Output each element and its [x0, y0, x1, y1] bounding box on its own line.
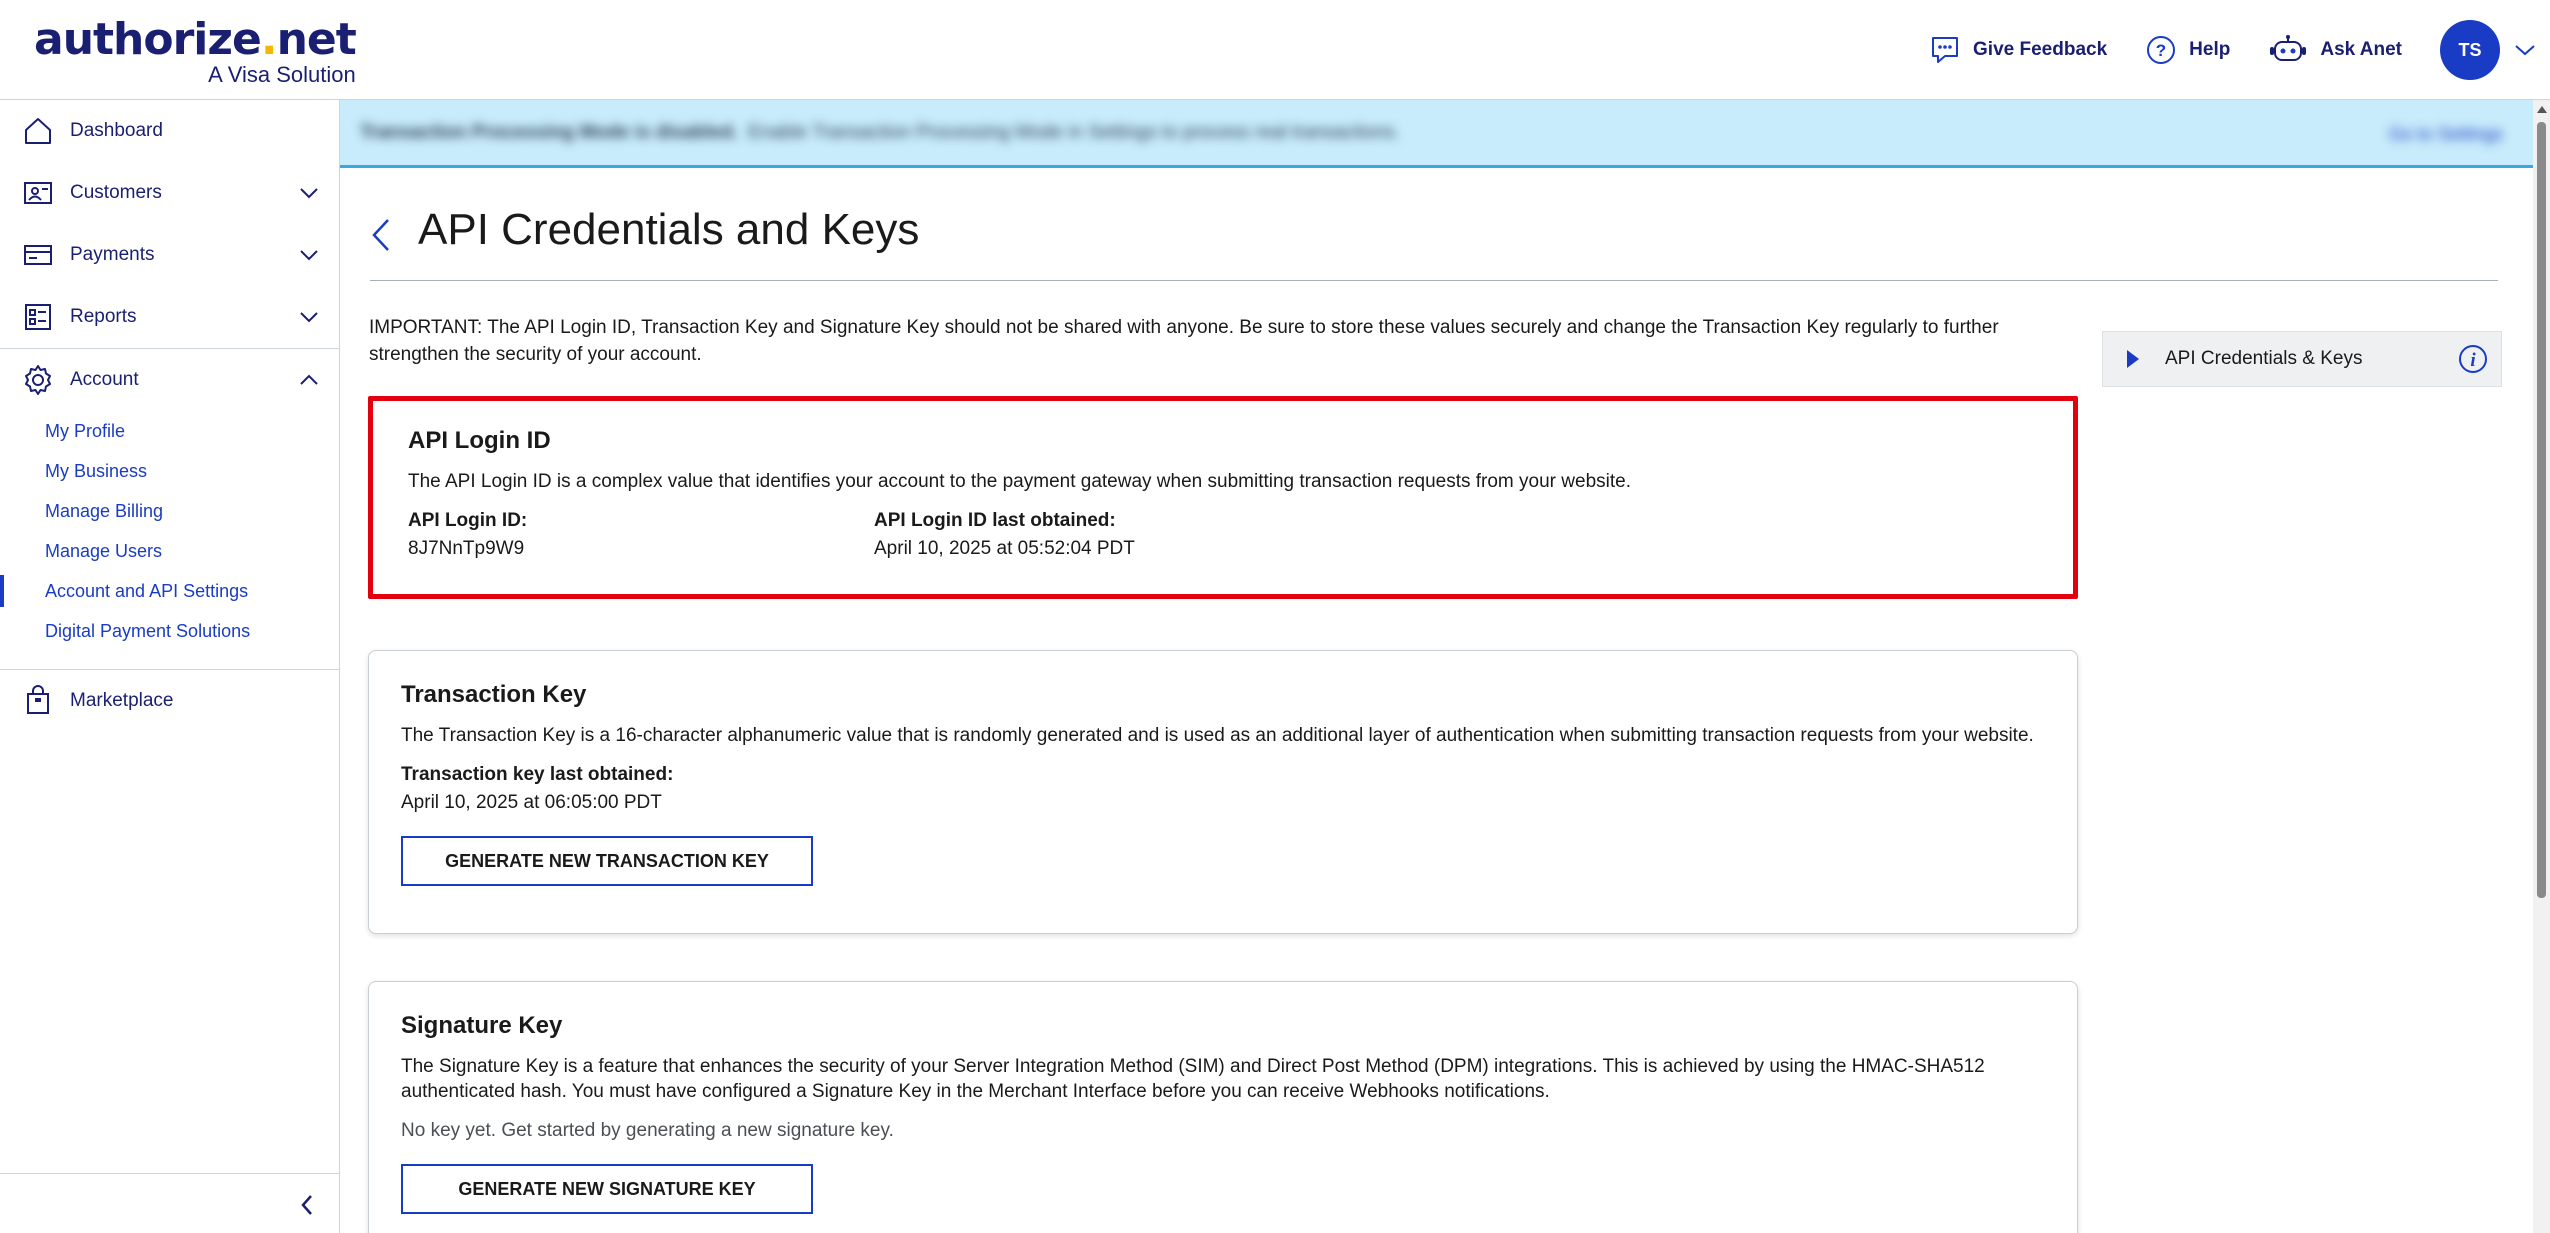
sidebar-subitem-account-api-settings[interactable]: Account and API Settings: [0, 571, 339, 611]
chevron-down-icon: [300, 250, 318, 261]
login-fields-row: API Login ID: 8J7NnTp9W9 API Login ID la…: [408, 510, 2038, 560]
sidebar-subitem-my-business[interactable]: My Business: [0, 451, 339, 491]
back-arrow-icon[interactable]: [370, 217, 392, 253]
robot-assistant-icon: [2270, 35, 2307, 61]
generate-transaction-key-button[interactable]: GENERATE NEW TRANSACTION KEY: [401, 836, 813, 886]
ask-anet-label: Ask Anet: [2320, 39, 2402, 60]
svg-text:?: ?: [2156, 41, 2166, 60]
home-icon: [25, 118, 51, 144]
help-side-panel[interactable]: API Credentials & Keys i: [2102, 331, 2502, 387]
chevron-down-icon[interactable]: [2514, 43, 2536, 57]
sidebar-item-label: Account: [70, 369, 139, 390]
sidebar-item-label: Dashboard: [70, 120, 163, 141]
transaction-key-obtained-value: April 10, 2025 at 06:05:00 PDT: [401, 792, 662, 813]
signature-key-status: No key yet. Get started by generating a …: [401, 1120, 894, 1141]
banner-message: Transaction Processing Mode is disabled.…: [340, 100, 2533, 165]
card-description: The API Login ID is a complex value that…: [408, 471, 1631, 492]
card-title: Signature Key: [401, 1012, 563, 1039]
transaction-key-card: Transaction Key The Transaction Key is a…: [368, 650, 2078, 934]
help-button[interactable]: ? Help: [2145, 34, 2230, 66]
give-feedback-label: Give Feedback: [1973, 39, 2108, 60]
side-panel-label: API Credentials & Keys: [2165, 348, 2363, 369]
shopping-bag-icon: [27, 685, 49, 714]
sidebar-item-label: Payments: [70, 244, 155, 265]
signature-key-card: Signature Key The Signature Key is a fea…: [368, 981, 2078, 1233]
user-avatar[interactable]: TS: [2440, 20, 2500, 80]
page-scrollbar[interactable]: [2533, 100, 2550, 1233]
logo-wordmark: authorize.net: [34, 14, 357, 65]
header-actions: Give Feedback ? Help Ask Anet TS: [1929, 0, 2550, 100]
sidebar-item-label: Customers: [70, 182, 162, 203]
svg-text:i: i: [2470, 350, 2476, 371]
important-notice: IMPORTANT: The API Login ID, Transaction…: [369, 317, 1999, 365]
card-description: The Transaction Key is a 16-character al…: [401, 725, 2034, 746]
field-label: API Login ID last obtained:: [874, 510, 1116, 531]
sidebar-subitem-manage-users[interactable]: Manage Users: [0, 531, 339, 571]
sidebar-item-account[interactable]: Account: [0, 349, 339, 411]
sidebar-item-reports[interactable]: Reports: [0, 286, 339, 348]
sidebar-item-label: Marketplace: [70, 690, 174, 711]
sidebar-item-marketplace[interactable]: Marketplace: [0, 670, 339, 732]
chevron-left-icon: [301, 1195, 312, 1215]
payment-card-icon: [24, 245, 52, 265]
banner-settings-link[interactable]: Go to Settings: [2389, 124, 2503, 145]
api-login-id-value: 8J7NnTp9W9: [408, 538, 525, 559]
help-label: Help: [2189, 39, 2231, 60]
scroll-thumb[interactable]: [2537, 122, 2546, 898]
api-login-id-field: API Login ID: 8J7NnTp9W9: [408, 510, 874, 560]
sidebar-item-label: Reports: [70, 306, 137, 327]
card-title: API Login ID: [408, 427, 551, 454]
report-icon: [25, 304, 51, 330]
chevron-down-icon: [300, 188, 318, 199]
api-login-id-card: API Login ID The API Login ID is a compl…: [368, 396, 2078, 599]
page-header: API Credentials and Keys: [370, 205, 2498, 281]
card-description: The Signature Key is a feature that enha…: [401, 1056, 1985, 1102]
sidebar-collapse-button[interactable]: [0, 1173, 340, 1233]
sidebar-subitem-digital-payment-solutions[interactable]: Digital Payment Solutions: [0, 611, 339, 651]
gear-icon: [25, 365, 51, 395]
sidebar-nav: Dashboard Customers Payments Reports Acc…: [0, 100, 340, 1233]
banner-text: Enable Transaction Processing Mode in Se…: [748, 121, 1400, 143]
play-triangle-icon: [2127, 350, 2139, 368]
chevron-down-icon: [300, 312, 318, 323]
sidebar-item-payments[interactable]: Payments: [0, 224, 339, 286]
sidebar-item-customers[interactable]: Customers: [0, 162, 339, 224]
field-label: Transaction key last obtained:: [401, 764, 674, 785]
field-label: API Login ID:: [408, 510, 528, 531]
banner-bold-text: Transaction Processing Mode is disabled.: [360, 121, 738, 143]
api-login-obtained-field: API Login ID last obtained: April 10, 20…: [874, 510, 1340, 560]
authorize-net-logo[interactable]: authorize.net A Visa Solution: [34, 14, 357, 88]
ask-anet-button[interactable]: Ask Anet: [2268, 34, 2402, 66]
chevron-up-icon: [300, 374, 318, 385]
help-icon: ?: [2147, 36, 2176, 64]
give-feedback-button[interactable]: Give Feedback: [1929, 34, 2107, 66]
api-login-obtained-value: April 10, 2025 at 05:52:04 PDT: [874, 538, 1135, 559]
logo-tagline: A Visa Solution: [208, 62, 356, 87]
card-title: Transaction Key: [401, 681, 587, 708]
generate-signature-key-button[interactable]: GENERATE NEW SIGNATURE KEY: [401, 1164, 813, 1214]
main-content: API Credentials and Keys IMPORTANT: The …: [340, 171, 2533, 1233]
sidebar-subitem-my-profile[interactable]: My Profile: [0, 411, 339, 451]
customer-card-icon: [24, 182, 52, 204]
feedback-icon: [1932, 37, 1959, 63]
sidebar-subitem-manage-billing[interactable]: Manage Billing: [0, 491, 339, 531]
notification-banner: Transaction Processing Mode is disabled.…: [340, 100, 2533, 168]
info-icon[interactable]: i: [2457, 343, 2489, 375]
top-header: authorize.net A Visa Solution Give Feedb…: [0, 0, 2550, 100]
sidebar-item-dashboard[interactable]: Dashboard: [0, 100, 339, 162]
page-title: API Credentials and Keys: [418, 205, 920, 254]
scroll-up-arrow-icon[interactable]: [2537, 106, 2547, 113]
